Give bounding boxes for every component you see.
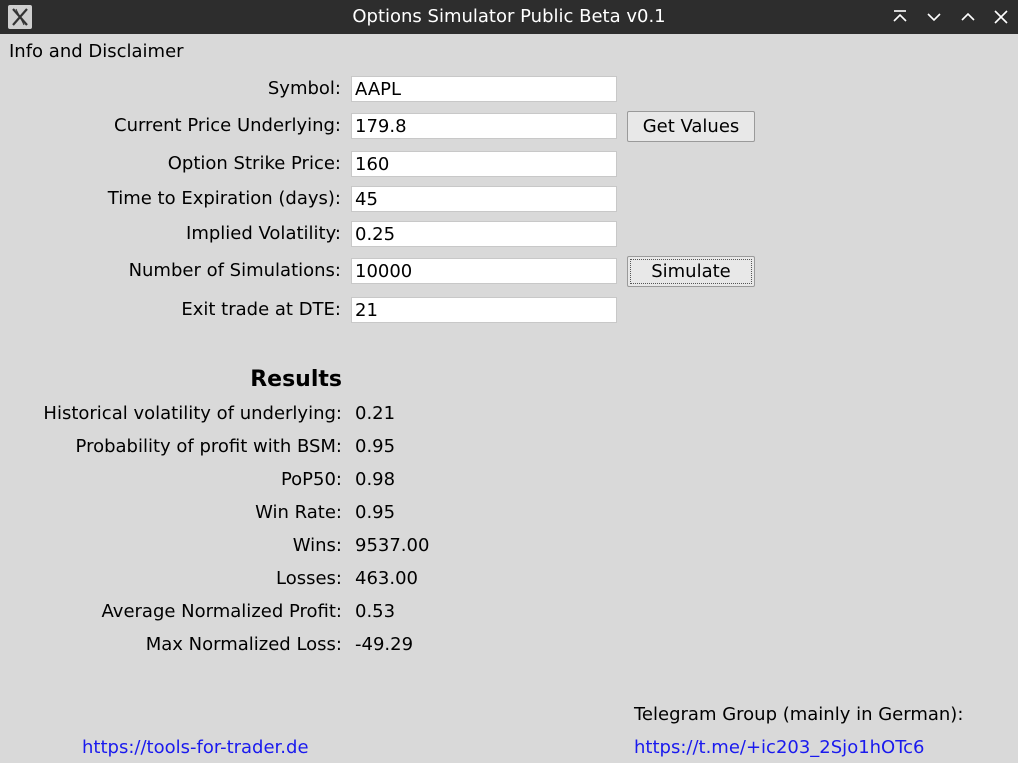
simulations-label: Number of Simulations:	[128, 260, 341, 281]
expiration-label: Time to Expiration (days):	[107, 188, 341, 209]
simulate-button[interactable]: Simulate	[627, 256, 755, 287]
implied-volatility-label: Implied Volatility:	[186, 223, 341, 244]
result-label: Probability of profit with BSM:	[75, 436, 342, 457]
telegram-link[interactable]: https://t.me/+ic203_2Sjo1hOTc6	[634, 736, 925, 760]
current-price-label: Current Price Underlying:	[114, 115, 341, 136]
exit-dte-label: Exit trade at DTE:	[181, 299, 341, 320]
result-label: Average Normalized Profit:	[101, 601, 342, 622]
result-value: 0.21	[355, 403, 396, 424]
menu-info-disclaimer[interactable]: Info and Disclaimer	[9, 34, 184, 70]
result-value: 0.95	[355, 502, 396, 523]
implied-volatility-input[interactable]	[351, 221, 617, 247]
symbol-input[interactable]	[351, 76, 617, 102]
expiration-input[interactable]	[351, 186, 617, 212]
get-values-button[interactable]: Get Values	[627, 111, 755, 142]
result-label: Win Rate:	[255, 502, 342, 523]
simulations-input[interactable]	[351, 258, 617, 284]
close-icon[interactable]	[989, 5, 1013, 29]
result-value: 0.95	[355, 436, 396, 457]
result-value: 0.53	[355, 601, 396, 622]
menu-bar: Info and Disclaimer	[0, 34, 1018, 70]
result-label: Losses:	[276, 568, 342, 589]
telegram-note: Telegram Group (mainly in German):	[634, 704, 964, 725]
result-label: Max Normalized Loss:	[145, 634, 342, 655]
window-title: Options Simulator Public Beta v0.1	[352, 6, 666, 27]
symbol-label: Symbol:	[267, 78, 341, 99]
title-bar: Options Simulator Public Beta v0.1	[0, 0, 1018, 34]
exit-dte-input[interactable]	[351, 297, 617, 323]
maximize-icon[interactable]	[956, 5, 980, 29]
current-price-input[interactable]	[351, 113, 617, 139]
result-label: Historical volatility of underlying:	[43, 403, 342, 424]
keep-above-icon[interactable]	[888, 5, 912, 29]
minimize-icon[interactable]	[922, 5, 946, 29]
website-link[interactable]: https://tools-for-trader.de	[82, 736, 309, 760]
strike-price-input[interactable]	[351, 151, 617, 177]
result-label: PoP50:	[280, 469, 342, 490]
result-value: 0.98	[355, 469, 396, 490]
result-value: 9537.00	[355, 535, 430, 556]
results-heading: Results	[250, 367, 342, 392]
result-label: Wins:	[292, 535, 342, 556]
strike-price-label: Option Strike Price:	[167, 153, 341, 174]
result-value: -49.29	[355, 634, 414, 655]
result-value: 463.00	[355, 568, 418, 589]
